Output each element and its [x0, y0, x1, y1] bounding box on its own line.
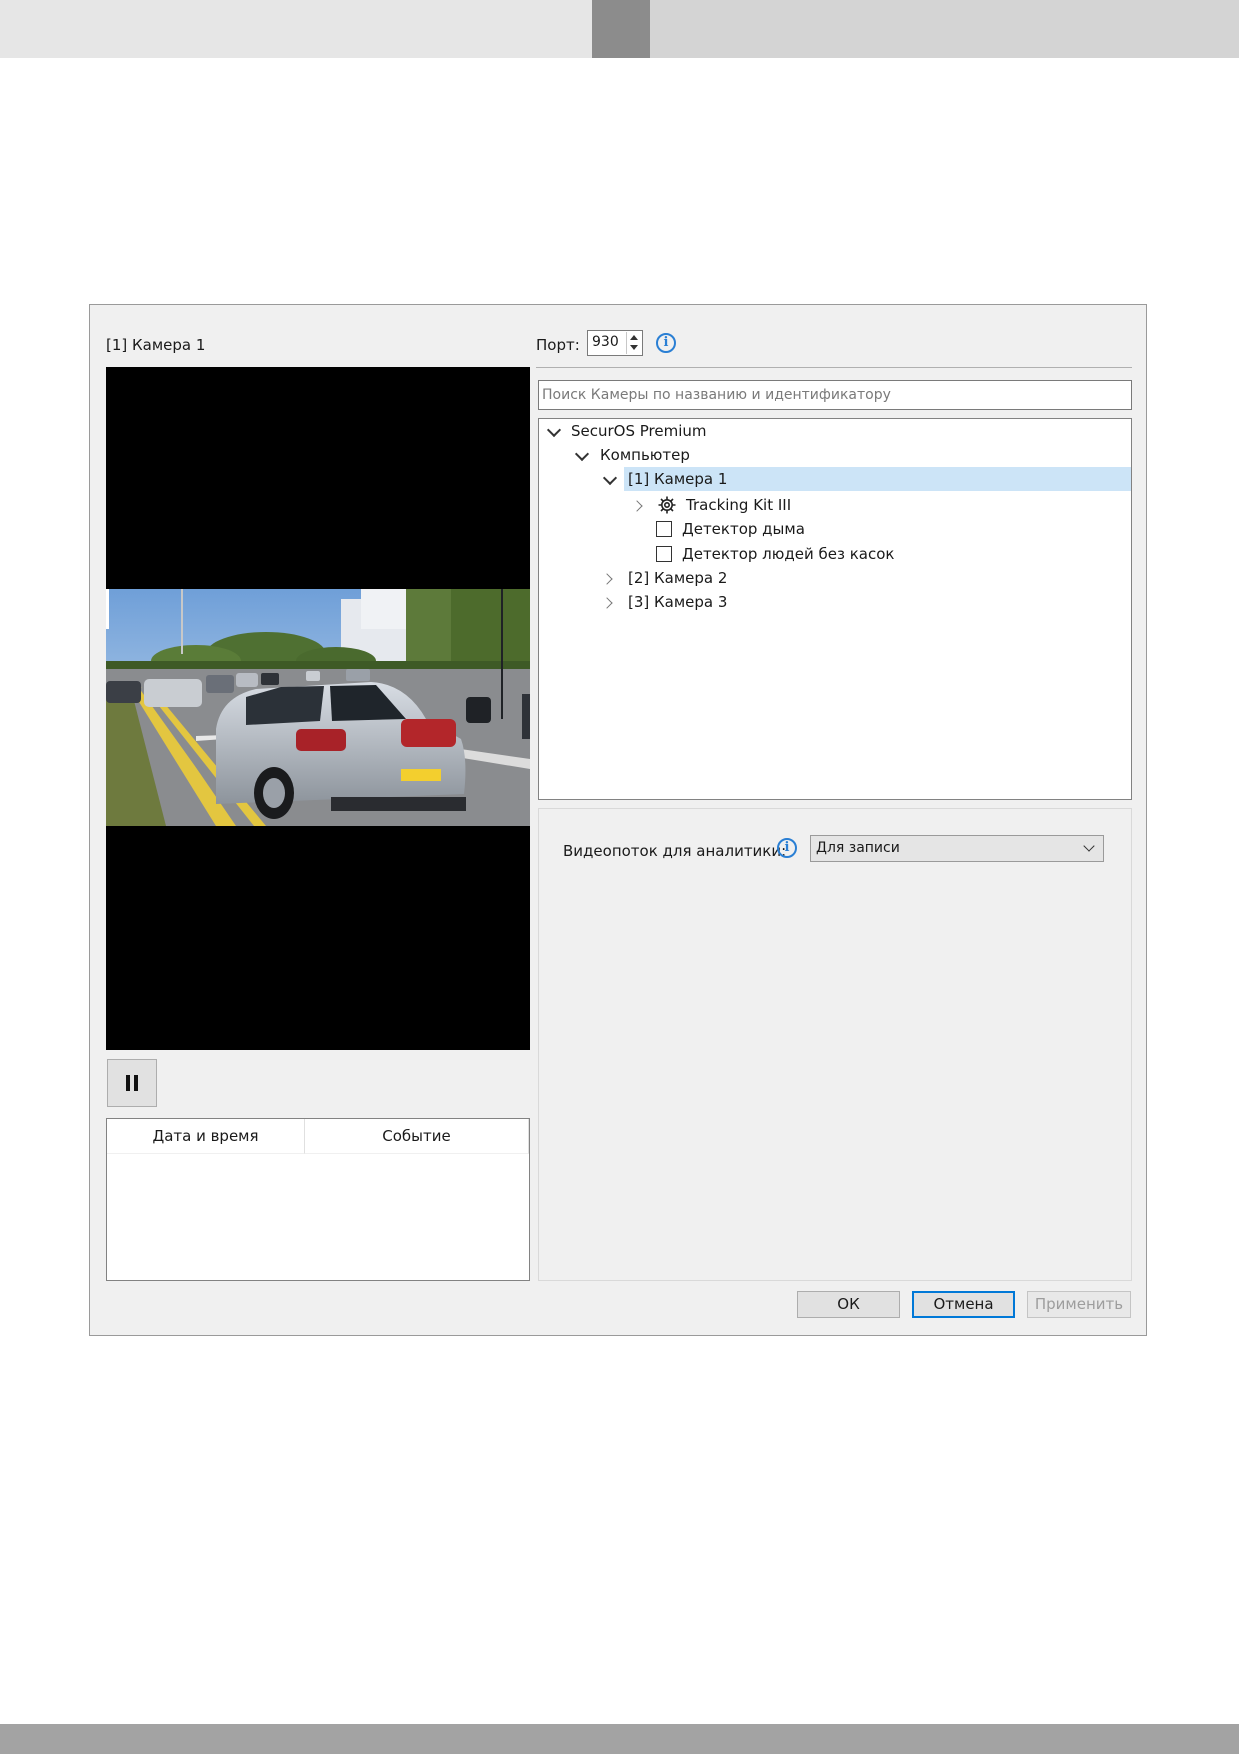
- tree-item-label: [1] Камера 1: [628, 470, 728, 488]
- port-label: Порт:: [536, 336, 580, 354]
- tree-item-securos[interactable]: SecurOS Premium: [539, 419, 1131, 443]
- port-spin-arrows[interactable]: [626, 332, 641, 354]
- column-header-datetime[interactable]: Дата и время: [107, 1119, 305, 1154]
- spin-down-icon[interactable]: [630, 345, 638, 350]
- gear-icon: [657, 495, 677, 515]
- analytics-settings-panel: Видеопоток для аналитики: i Для записи: [538, 808, 1132, 1281]
- tree-item-label: Детектор людей без касок: [682, 545, 895, 563]
- video-preview: [106, 367, 530, 1050]
- stream-select-value: Для записи: [816, 840, 900, 856]
- chevron-down-icon[interactable]: [546, 422, 562, 438]
- tree-item-label: Компьютер: [600, 446, 690, 464]
- settings-dialog: [1] Камера 1 Дата и время Событие Порт: …: [89, 304, 1147, 1336]
- page-header-band-right: [650, 0, 1239, 58]
- cancel-button[interactable]: Отмена: [912, 1291, 1015, 1318]
- tree-item-no-helmet-detector[interactable]: Детектор людей без касок: [539, 542, 1131, 566]
- pause-icon: [124, 1075, 140, 1091]
- stream-label: Видеопоток для аналитики:: [563, 842, 787, 860]
- tree-item-label: [2] Камера 2: [628, 569, 728, 587]
- tree-item-label: [3] Камера 3: [628, 593, 728, 611]
- page-header-marker: [592, 0, 650, 58]
- chevron-right-icon[interactable]: [601, 597, 613, 609]
- chevron-down-icon: [1083, 840, 1095, 852]
- page-footer-band: [0, 1724, 1239, 1754]
- tree-item-label: Tracking Kit III: [686, 496, 792, 514]
- ok-button[interactable]: ОК: [797, 1291, 900, 1318]
- port-spinbox[interactable]: 930: [587, 330, 643, 356]
- tree-item-tracking-kit[interactable]: Tracking Kit III: [539, 493, 1131, 517]
- smoke-detector-checkbox[interactable]: [656, 521, 672, 537]
- events-table: Дата и время Событие: [106, 1118, 530, 1281]
- camera-search-input[interactable]: Поиск Камеры по названию и идентификатор…: [538, 380, 1132, 410]
- camera-frame-image: [106, 589, 530, 826]
- info-icon[interactable]: i: [656, 333, 676, 353]
- pause-button[interactable]: [107, 1059, 157, 1107]
- separator: [536, 367, 1132, 368]
- tree-item-computer[interactable]: Компьютер: [539, 443, 1131, 467]
- tree-item-camera-2[interactable]: [2] Камера 2: [539, 566, 1131, 590]
- page-header-band: [0, 0, 592, 58]
- tree-item-smoke-detector[interactable]: Детектор дыма: [539, 517, 1131, 541]
- tree-item-camera-1[interactable]: [1] Камера 1: [624, 467, 1131, 491]
- info-icon[interactable]: i: [777, 838, 797, 858]
- chevron-down-icon[interactable]: [602, 470, 618, 486]
- tree-item-camera-3[interactable]: [3] Камера 3: [539, 590, 1131, 614]
- chevron-right-icon[interactable]: [601, 573, 613, 585]
- no-helmet-detector-checkbox[interactable]: [656, 546, 672, 562]
- tree-item-label: Детектор дыма: [682, 520, 805, 538]
- camera-tree: SecurOS Premium Компьютер [1] Камера 1 T: [538, 418, 1132, 800]
- camera-title: [1] Камера 1: [106, 336, 206, 354]
- stream-select[interactable]: Для записи: [810, 835, 1104, 862]
- tree-item-label: SecurOS Premium: [571, 422, 707, 440]
- chevron-down-icon[interactable]: [574, 446, 590, 462]
- chevron-right-icon[interactable]: [631, 500, 643, 512]
- apply-button[interactable]: Применить: [1027, 1291, 1131, 1318]
- port-value: 930: [592, 334, 619, 350]
- column-header-event[interactable]: Событие: [305, 1119, 529, 1154]
- spin-up-icon[interactable]: [630, 335, 638, 340]
